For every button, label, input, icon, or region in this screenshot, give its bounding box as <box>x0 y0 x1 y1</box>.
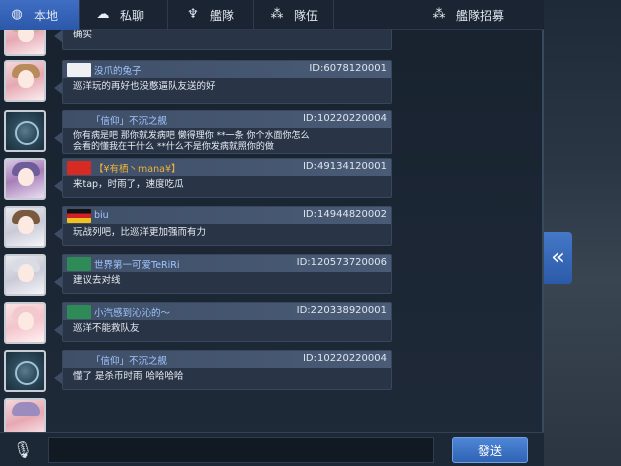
player-name[interactable]: 世界第一可爱TeRiRi <box>94 257 180 271</box>
chat-panel: ◍ 本地 ☁ 私聊 ♆ 艦隊 ⁂ 隊伍 ⁂ 艦隊招募 确实 没爪的兔子 ID:6… <box>0 0 544 466</box>
message-bubble: 没爪的兔子 ID:6078120001 巡洋玩的再好也没憨逼队友送的好 <box>62 60 392 104</box>
avatar-face <box>18 264 34 282</box>
tab-fleet-recruit[interactable]: ⁂ 艦隊招募 <box>334 0 544 30</box>
avatar[interactable] <box>4 350 46 392</box>
message-bubble: 小汽感到沁沁的〜 ID:220338920001 巡洋不能救队友 <box>62 302 392 342</box>
message-text: 你有病是吧 那你就发病吧 懒得理你 **一条 你个水面你怎么 会看的懂我在干什么… <box>73 131 310 152</box>
player-name[interactable]: 【¥有栖丶mana¥】 <box>94 161 181 175</box>
message-bubble: 「信仰」不沉之舰 ID:10220220004 你有病是吧 那你就发病吧 懒得理… <box>62 110 392 154</box>
bubble-pointer <box>54 228 62 240</box>
list-item: 确实 <box>0 30 544 62</box>
tab-local-label: 本地 <box>34 8 59 23</box>
player-id: ID:10220220004 <box>302 353 387 364</box>
message-header: 「信仰」不沉之舰 ID:10220220004 <box>63 111 391 128</box>
player-id: ID:10220220004 <box>302 113 387 124</box>
bubble-pointer <box>54 82 62 94</box>
message-text: 巡洋不能救队友 <box>73 323 140 334</box>
player-name[interactable]: 「信仰」不沉之舰 <box>91 113 167 127</box>
avatar[interactable] <box>4 158 46 200</box>
team-icon: ⁂ <box>270 7 284 22</box>
message-bubble: 确实 <box>62 30 392 50</box>
tab-recruit-label: 艦隊招募 <box>456 8 505 23</box>
player-id: ID:220338920001 <box>296 305 387 316</box>
avatar-face <box>18 168 34 186</box>
bubble-pointer <box>54 324 62 336</box>
message-bubble: 「信仰」不沉之舰 ID:10220220004 懂了 是杀币时雨 哈哈哈哈 <box>62 350 392 390</box>
avatar[interactable] <box>4 60 46 102</box>
chat-bubble-icon: ☁ <box>96 7 110 22</box>
bubble-pointer <box>54 30 62 42</box>
microphone-icon[interactable]: 🎙 <box>12 438 34 462</box>
fleet-badge-icon <box>67 256 91 271</box>
bubble-pointer <box>54 132 62 144</box>
avatar-hair <box>12 402 40 416</box>
avatar[interactable] <box>4 206 46 248</box>
message-text: 建议去对线 <box>73 275 121 286</box>
player-id: ID:6078120001 <box>309 63 387 74</box>
message-text: 巡洋玩的再好也没憨逼队友送的好 <box>73 81 216 92</box>
avatar[interactable] <box>4 30 46 56</box>
list-item: 世界第一可爱TeRiRi ID:120573720006 建议去对线 <box>0 254 544 302</box>
tab-fleet[interactable]: ♆ 艦隊 <box>168 0 254 30</box>
chat-input[interactable] <box>48 437 434 463</box>
avatar[interactable] <box>4 254 46 296</box>
message-bubble: 世界第一可爱TeRiRi ID:120573720006 建议去对线 <box>62 254 392 294</box>
double-chevron-left-icon: « <box>551 245 565 270</box>
send-button[interactable]: 發送 <box>452 437 528 463</box>
fleet-emblem-icon: ♆ <box>187 7 199 22</box>
bubble-pointer <box>54 180 62 192</box>
message-header: biu ID:14944820002 <box>63 207 391 224</box>
avatar-face <box>18 70 34 88</box>
chat-tab-bar: ◍ 本地 ☁ 私聊 ♆ 艦隊 ⁂ 隊伍 ⁂ 艦隊招募 <box>0 0 544 30</box>
recruit-icon: ⁂ <box>432 7 446 22</box>
message-text: 懂了 是杀币时雨 哈哈哈哈 <box>73 371 184 382</box>
bubble-pointer <box>54 372 62 384</box>
message-header: 没爪的兔子 ID:6078120001 <box>63 61 391 78</box>
tab-private-label: 私聊 <box>120 8 145 23</box>
avatar-face <box>18 312 34 330</box>
tab-local[interactable]: ◍ 本地 <box>0 0 80 30</box>
avatar[interactable] <box>4 398 46 432</box>
player-name[interactable]: 小汽感到沁沁的〜 <box>94 305 170 319</box>
player-flag-icon <box>67 62 91 77</box>
message-header: 小汽感到沁沁的〜 ID:220338920001 <box>63 303 391 320</box>
avatar[interactable] <box>4 110 46 152</box>
avatar[interactable] <box>4 302 46 344</box>
message-text: 玩战列吧，比巡洋更加强而有力 <box>73 227 207 238</box>
list-item: 没爪的兔子 ID:6078120001 巡洋玩的再好也没憨逼队友送的好 <box>0 60 544 108</box>
list-item: biu ID:14944820002 玩战列吧，比巡洋更加强而有力 <box>0 206 544 254</box>
tab-team-label: 隊伍 <box>294 8 319 23</box>
avatar-face <box>18 216 34 234</box>
message-header: 世界第一可爱TeRiRi ID:120573720006 <box>63 255 391 272</box>
message-header: 【¥有栖丶mana¥】 ID:49134120001 <box>63 159 391 176</box>
player-id: ID:120573720006 <box>296 257 387 268</box>
player-name[interactable]: biu <box>94 210 109 221</box>
player-id: ID:49134120001 <box>302 161 387 172</box>
bubble-pointer <box>54 276 62 288</box>
message-header: 「信仰」不沉之舰 ID:10220220004 <box>63 351 391 368</box>
list-item: 「信仰」不沉之舰 ID:10220220004 懂了 是杀币时雨 哈哈哈哈 <box>0 350 544 398</box>
message-text: 来tap，时雨了，速度吃瓜 <box>73 179 184 190</box>
list-item: 小汽感到沁沁的〜 ID:220338920001 巡洋不能救队友 <box>0 302 544 350</box>
tab-private[interactable]: ☁ 私聊 <box>80 0 168 30</box>
germany-flag-icon <box>67 208 91 223</box>
list-item: 「信仰」不沉之舰 ID:10220220004 你有病是吧 那你就发病吧 懒得理… <box>0 110 544 158</box>
player-name[interactable]: 「信仰」不沉之舰 <box>91 353 167 367</box>
collapse-panel-button[interactable]: « <box>544 232 572 284</box>
china-flag-icon <box>67 160 91 175</box>
chat-input-bar: 🎙 發送 <box>0 432 544 466</box>
list-item <box>0 398 544 432</box>
message-bubble: biu ID:14944820002 玩战列吧，比巡洋更加强而有力 <box>62 206 392 246</box>
list-item: 【¥有栖丶mana¥】 ID:49134120001 来tap，时雨了，速度吃瓜 <box>0 158 544 206</box>
tab-team[interactable]: ⁂ 隊伍 <box>254 0 334 30</box>
fleet-badge-icon <box>67 304 91 319</box>
player-name[interactable]: 没爪的兔子 <box>94 63 142 77</box>
avatar-face <box>18 30 34 42</box>
message-text: 确实 <box>73 30 93 40</box>
tab-fleet-label: 艦隊 <box>210 8 235 23</box>
globe-icon: ◍ <box>11 7 23 22</box>
message-list[interactable]: 确实 没爪的兔子 ID:6078120001 巡洋玩的再好也没憨逼队友送的好 「… <box>0 30 544 432</box>
message-bubble: 【¥有栖丶mana¥】 ID:49134120001 来tap，时雨了，速度吃瓜 <box>62 158 392 198</box>
player-id: ID:14944820002 <box>302 209 387 220</box>
